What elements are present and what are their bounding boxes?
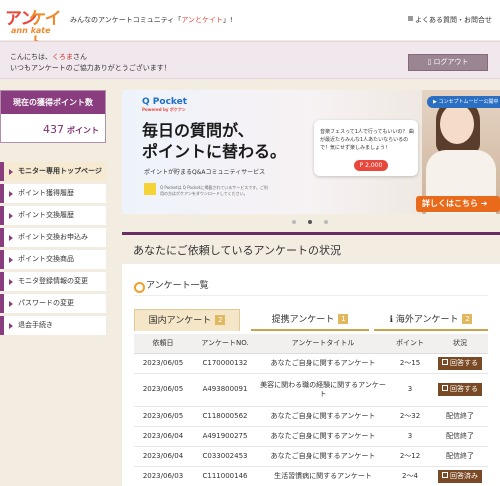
carousel-dot[interactable]: [292, 220, 296, 224]
col-header-no: アンケートNO.: [192, 334, 258, 354]
site-tagline: みんなのアンケートコミュニティ「アンとケイト」!: [70, 16, 233, 24]
sidebar-item-point-history[interactable]: ポイント獲得履歴: [0, 184, 106, 203]
points-value: 437 ポイント: [43, 123, 99, 136]
greeting-text: こんにちは、くろまさん: [10, 53, 87, 61]
section-title: あなたにご依頼しているアンケートの状況: [122, 232, 500, 260]
sidebar-item-monitor-top[interactable]: モニター専用トップページ: [0, 162, 106, 181]
sidebar-item-withdraw[interactable]: 退会手続き: [0, 316, 106, 335]
table-row: 2023/06/05 C170000132 あなたご自身に関するアンケート 2〜…: [134, 353, 488, 374]
banner-details-button[interactable]: 詳しくはこちら ➜: [416, 196, 500, 212]
user-name: くろま: [52, 53, 73, 61]
answer-button[interactable]: 回答する: [438, 383, 482, 396]
table-row: 2023/06/03 C111000146 生活習慣病に関するアンケート 2〜4…: [134, 466, 488, 486]
table-row: 2023/06/05 C118000562 あなたご自身に関するアンケート 2〜…: [134, 406, 488, 427]
table-header-row: 依頼日 アンケートNO. アンケートタイトル ポイント 状況: [134, 334, 488, 354]
sidebar-item-edit-profile[interactable]: モニタ登録情報の変更: [0, 272, 106, 291]
points-pill: P 2,000: [354, 160, 388, 171]
door-icon: ▯: [427, 58, 432, 66]
app-icon: [144, 183, 156, 195]
banner-note: Q Pocketは Q Pocketに掲載されているサービスです。ご利用の方はポ…: [160, 185, 268, 196]
count-badge: 2: [462, 314, 473, 324]
sidebar-item-exchange-apply[interactable]: ポイント交換お申込み: [0, 228, 106, 247]
points-box: 現在の獲得ポイント数 437 ポイント: [0, 90, 106, 143]
count-badge: 1: [338, 314, 349, 324]
sidebar-item-change-password[interactable]: パスワードの変更: [0, 294, 106, 313]
status-text: 配信終了: [432, 446, 488, 467]
arrow-right-icon: ➜: [480, 199, 488, 208]
tab-overseas[interactable]: ℹ 海外アンケート 2: [374, 309, 488, 331]
faq-link[interactable]: よくある質問・お問合せ: [408, 15, 492, 25]
survey-table: 依頼日 アンケートNO. アンケートタイトル ポイント 状況 2023/06/0…: [134, 334, 488, 486]
sample-question-card: 音楽フェスって1人で行ってもいいの？ 曲が最近たらみんな1人あたいならいるので！…: [314, 120, 418, 176]
square-bullet-icon: [408, 16, 413, 21]
col-header-title: アンケートタイトル: [258, 334, 388, 354]
panel-title: アンケート一覧: [134, 276, 488, 296]
thanks-text: いつもアンケートのご協力ありがとうございます！: [10, 64, 171, 72]
play-icon: ▶: [433, 99, 437, 105]
concept-movie-tag[interactable]: ▶ コンセプトムービー公開中: [427, 96, 500, 108]
col-header-status: 状況: [432, 334, 488, 354]
answer-button[interactable]: 回答する: [438, 356, 482, 370]
answered-button[interactable]: 回答済み: [438, 469, 482, 483]
banner-subtext: ポイントが貯まるQ&Aコミュニティサービス: [144, 169, 266, 176]
count-badge: 2: [215, 315, 226, 325]
carousel-dot[interactable]: [324, 220, 328, 224]
status-text: 配信終了: [432, 406, 488, 427]
sidebar-item-exchange-history[interactable]: ポイント交換履歴: [0, 206, 106, 225]
sidebar-item-exchange-products[interactable]: ポイント交換商品: [0, 250, 106, 269]
carousel-dots: [290, 218, 330, 226]
banner-brand: Q Pocket Powered by ポケアン: [142, 97, 188, 112]
promo-banner[interactable]: Q Pocket Powered by ポケアン 毎日の質問が、 ポイントに替わる。…: [122, 90, 500, 214]
points-label: 現在の獲得ポイント数: [1, 91, 105, 114]
banner-headline: 毎日の質問が、 ポイントに替わる。: [142, 121, 287, 161]
welcome-bar: こんにちは、くろまさん いつもアンケートのご協力ありがとうございます！ ▯ ログ…: [0, 41, 500, 79]
info-icon: ℹ: [389, 315, 393, 325]
tab-partner[interactable]: 提携アンケート 1: [251, 309, 369, 331]
table-row: 2023/06/05 A493800091 美容に関わる職の経験に関するアンケー…: [134, 373, 488, 407]
survey-panel: アンケート一覧 国内アンケート 2 提携アンケート 1 ℹ 海外アンケート 2 依頼日…: [122, 264, 500, 486]
carousel-dot-active[interactable]: [308, 220, 312, 224]
col-header-date: 依頼日: [134, 334, 192, 354]
survey-tabs: 国内アンケート 2 提携アンケート 1 ℹ 海外アンケート 2: [134, 309, 488, 331]
status-text: 配信終了: [432, 426, 488, 447]
sidebar-nav: モニター専用トップページ ポイント獲得履歴 ポイント交換履歴 ポイント交換お申込…: [0, 162, 106, 338]
site-header: アン ケイト ann kate みんなのアンケートコミュニティ「アンとケイト」!…: [0, 0, 500, 54]
col-header-points: ポイント: [388, 334, 432, 354]
logout-button[interactable]: ▯ ログアウト: [408, 54, 488, 71]
tab-domestic[interactable]: 国内アンケート 2: [134, 309, 240, 331]
table-row: 2023/06/04 C033002453 あなたご自身に関するアンケート 2〜…: [134, 446, 488, 467]
site-logo[interactable]: アン ケイト ann kate: [5, 4, 65, 54]
table-row: 2023/06/04 A491900275 あなたご自身に関するアンケート 3 …: [134, 426, 488, 447]
